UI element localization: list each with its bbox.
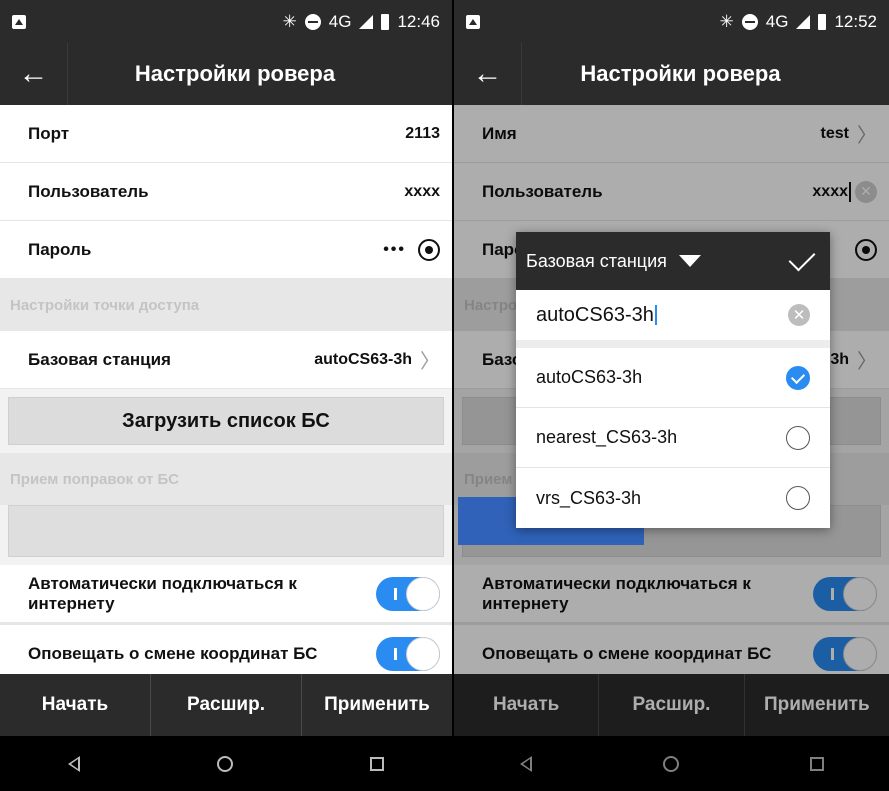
start-button[interactable]: Начать [0,674,151,736]
user-value: xxxx [404,182,440,200]
clock: 12:46 [397,11,440,31]
corrections-field[interactable] [8,505,444,557]
app-bar: ← Настройки ровера [454,43,889,105]
signal-icon [359,14,374,29]
status-bar: ✳ 4G 12:46 [0,0,452,43]
left-screen: ✳ 4G 12:46 ← Настройки ровера Порт 2113 … [0,0,452,791]
station-option-label: autoCS63-3h [536,367,643,387]
radio-unchecked-icon[interactable] [786,425,810,450]
dialog-title: Базовая станция [526,250,667,271]
do-not-disturb-icon [304,13,321,30]
back-button[interactable]: ← [454,43,522,105]
radio-checked-icon[interactable] [786,365,810,390]
battery-icon [381,13,390,30]
station-input-value: autoCS63-3h [536,303,654,326]
password-label: Пароль [28,239,92,259]
text-cursor [654,305,657,325]
notify-coords-label: Оповещать о смене координат БС [28,643,318,663]
signal-icon [796,14,811,29]
station-option[interactable]: nearest_CS63-3h [516,408,830,468]
back-button[interactable]: ← [0,43,68,105]
auto-internet-label: Автоматически подключаться к интернету [28,573,297,613]
user-row[interactable]: Пользователь xxxx [0,163,452,221]
station-option[interactable]: autoCS63-3h [516,348,830,408]
nav-back-icon[interactable] [68,755,81,772]
do-not-disturb-icon [741,13,758,30]
network-type: 4G [328,11,352,31]
user-label: Пользователь [28,181,149,201]
base-station-value: autoCS63-3h [314,350,412,368]
station-option[interactable]: vrs_CS63-3h [516,468,830,528]
chevron-right-icon: 〉 [420,351,440,373]
radio-unchecked-icon[interactable] [786,486,810,510]
page-title: Настройки ровера [134,61,336,86]
bluetooth-icon: ✳ [282,11,297,31]
apply-button[interactable]: Применить [302,674,452,736]
port-row[interactable]: Порт 2113 [0,105,452,163]
section-access-point: Настройки точки доступа [0,279,452,331]
port-label: Порт [28,123,70,143]
load-list-button[interactable]: Загрузить список БС [8,397,444,445]
nav-recents-icon[interactable] [369,756,384,771]
bottom-action-bar: Начать Расшир. Применить [0,674,452,736]
base-station-row[interactable]: Базовая станция autoCS63-3h 〉 [0,331,452,389]
base-station-dialog: Базовая станция autoCS63-3h ✕ autoCS63-3… [516,232,830,528]
bluetooth-icon: ✳ [719,11,734,31]
dialog-header: Базовая станция [516,232,830,290]
confirm-check-icon[interactable] [788,244,816,272]
right-screen: ✳ 4G 12:52 ← Настройки ровера Имя test 〉… [454,0,889,791]
station-input[interactable]: autoCS63-3h ✕ [516,290,830,348]
base-station-label: Базовая станция [28,349,171,369]
advanced-button[interactable]: Расшир. [151,674,302,736]
auto-internet-row: Автоматически подключаться к интернету [0,565,452,625]
arrow-left-icon: ← [18,57,49,90]
network-type: 4G [765,11,789,31]
port-value: 2113 [405,124,440,142]
password-row[interactable]: Пароль ••• [0,221,452,279]
status-bar: ✳ 4G 12:52 [454,0,889,43]
arrow-left-icon: ← [472,57,503,90]
clear-input-icon[interactable]: ✕ [788,304,810,326]
app-bar: ← Настройки ровера [0,43,452,105]
page-title: Настройки ровера [580,61,781,86]
password-value: ••• [383,240,406,258]
eye-icon[interactable] [418,238,440,261]
station-option-label: vrs_CS63-3h [536,487,642,508]
section-corrections: Прием поправок от БС [0,453,452,505]
system-nav-bar [0,736,452,791]
gallery-notification-icon [12,14,26,29]
clock: 12:52 [834,11,877,31]
auto-internet-toggle[interactable] [376,576,440,611]
nav-home-icon[interactable] [216,755,233,772]
battery-icon [818,13,827,30]
station-option-label: nearest_CS63-3h [536,427,678,447]
notify-coords-toggle[interactable] [376,636,440,671]
gallery-notification-icon [466,14,480,29]
dropdown-triangle-icon[interactable] [678,255,701,267]
settings-list: Порт 2113 Пользователь xxxx Пароль ••• Н… [0,105,452,685]
